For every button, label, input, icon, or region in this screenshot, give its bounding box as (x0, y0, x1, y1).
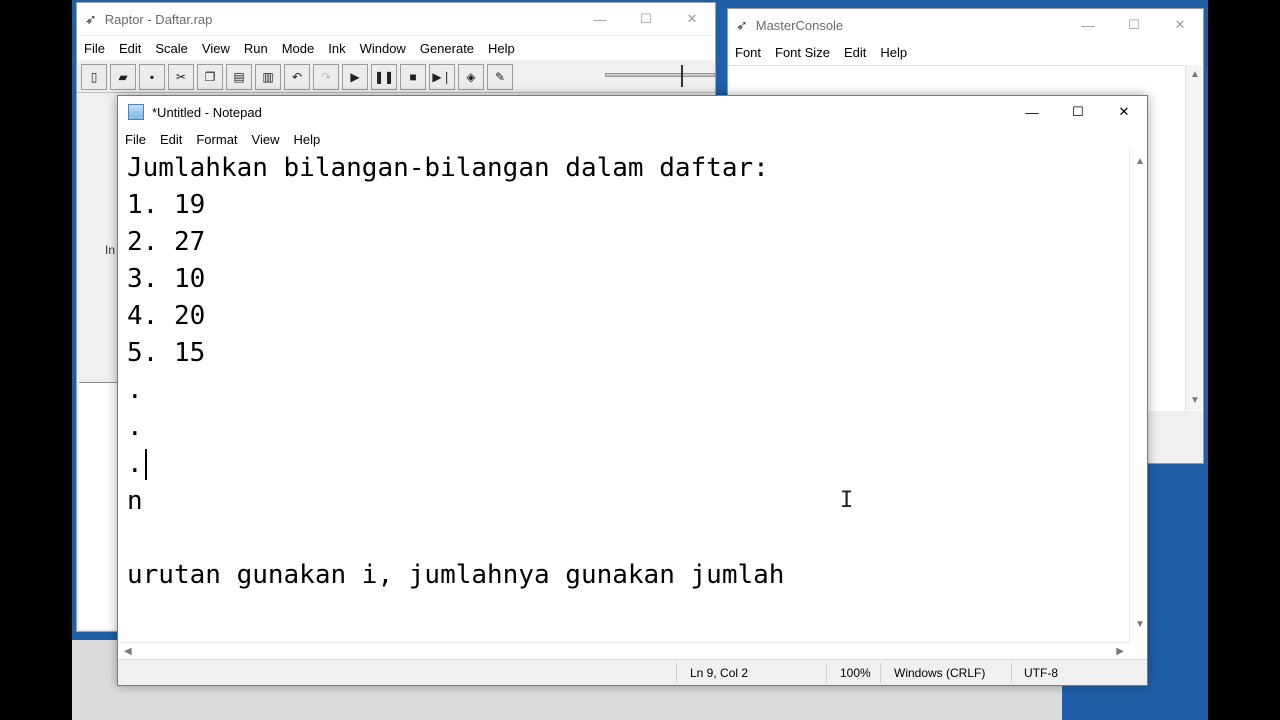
raptor-title: Raptor - Daftar.rap (104, 11, 213, 27)
minimize-button[interactable]: — (1009, 96, 1055, 128)
menu-scale[interactable]: Scale (148, 41, 195, 56)
vertical-scrollbar[interactable]: ▲ ▼ (1129, 150, 1147, 652)
raptor-titlebar[interactable]: ➶ Raptor - Daftar.rap — ☐ ✕ (77, 3, 715, 35)
notepad-menubar: File Edit Format View Help (118, 128, 1147, 150)
raptor-symbol-area (79, 95, 119, 383)
console-title: MasterConsole (755, 17, 844, 33)
menu-window[interactable]: Window (353, 41, 413, 56)
raptor-toolbar: ▯ ▰ ▪ ✂ ❐ ▤ ▥ ↶ ↷ ▶ ❚❚ ■ ▶❘ ◈ ✎ (77, 61, 715, 93)
cut-icon[interactable]: ✂ (168, 63, 194, 90)
status-encoding: UTF-8 (1024, 666, 1058, 680)
menu-edit[interactable]: Edit (837, 45, 873, 60)
raptor-app-icon: ➶ (85, 10, 97, 27)
maximize-button[interactable]: ☐ (1111, 9, 1157, 41)
text-line: 2. 27 (127, 227, 206, 257)
status-divider (826, 663, 827, 683)
play-icon[interactable]: ▶ (342, 63, 368, 90)
text-line: urutan gunakan i, jumlahnya gunakan juml… (127, 560, 785, 590)
raptor-symbol-panel (79, 95, 119, 629)
raptor-menubar: File Edit Scale View Run Mode Ink Window… (77, 36, 715, 60)
status-zoom: 100% (840, 666, 871, 680)
raptor-input-symbol-label: In (105, 243, 116, 257)
menu-edit[interactable]: Edit (112, 41, 148, 56)
text-editor[interactable]: Jumlahkan bilangan-bilangan dalam daftar… (118, 150, 1130, 652)
text-line: 4. 20 (127, 301, 206, 331)
scroll-up-icon[interactable]: ▲ (1190, 69, 1200, 80)
menu-view[interactable]: View (195, 41, 237, 56)
menu-help[interactable]: Help (481, 41, 522, 56)
copy-icon[interactable]: ❐ (197, 63, 223, 90)
text-line: . (127, 449, 143, 479)
scroll-down-icon[interactable]: ▼ (1190, 395, 1200, 406)
status-line-ending: Windows (CRLF) (894, 666, 986, 680)
maximize-button[interactable]: ☐ (623, 3, 669, 35)
speed-slider-track[interactable] (605, 73, 715, 77)
console-menubar: Font Font Size Edit Help (728, 41, 1203, 63)
pen-icon[interactable]: ✎ (487, 63, 513, 90)
scroll-left-icon[interactable]: ◀ (124, 646, 132, 657)
notepad-titlebar[interactable]: *Untitled - Notepad — ☐ ✕ (118, 96, 1147, 128)
text-line: . (127, 375, 143, 405)
menu-ink[interactable]: Ink (321, 41, 352, 56)
menu-view[interactable]: View (245, 132, 287, 147)
text-line: n (127, 486, 143, 516)
notepad-app-icon (128, 104, 144, 120)
close-button[interactable]: ✕ (669, 3, 715, 35)
console-app-icon: ➶ (736, 16, 748, 33)
minimize-button[interactable]: — (1065, 9, 1111, 41)
text-line: Jumlahkan bilangan-bilangan dalam daftar… (127, 153, 769, 183)
maximize-button[interactable]: ☐ (1055, 96, 1101, 128)
status-divider (1011, 663, 1012, 683)
menu-edit[interactable]: Edit (153, 132, 189, 147)
notepad-window: *Untitled - Notepad — ☐ ✕ File Edit Form… (117, 95, 1148, 686)
menu-format[interactable]: Format (189, 132, 244, 147)
menu-run[interactable]: Run (237, 41, 275, 56)
notepad-title: *Untitled - Notepad (152, 104, 262, 120)
menu-mode[interactable]: Mode (275, 41, 322, 56)
menu-file[interactable]: File (118, 132, 153, 147)
status-bar: Ln 9, Col 2 100% Windows (CRLF) UTF-8 (118, 659, 1147, 685)
console-titlebar[interactable]: ➶ MasterConsole — ☐ ✕ (728, 9, 1203, 41)
menu-help[interactable]: Help (873, 45, 914, 60)
new-icon[interactable]: ▯ (81, 63, 107, 90)
scroll-right-icon[interactable]: ▶ (1116, 646, 1124, 657)
status-divider (676, 663, 677, 683)
print-icon[interactable]: ▥ (255, 63, 281, 90)
console-scrollbar[interactable]: ▲ ▼ (1185, 65, 1203, 410)
redo-icon[interactable]: ↷ (313, 63, 339, 90)
step-icon[interactable]: ▶❘ (429, 63, 455, 90)
save-icon[interactable]: ▪ (139, 63, 165, 90)
text-line: 3. 10 (127, 264, 206, 294)
test-icon[interactable]: ◈ (458, 63, 484, 90)
text-line: 5. 15 (127, 338, 206, 368)
status-cursor-position: Ln 9, Col 2 (690, 666, 749, 680)
scroll-up-icon[interactable]: ▲ (1135, 156, 1145, 167)
pause-icon[interactable]: ❚❚ (371, 63, 397, 90)
open-icon[interactable]: ▰ (110, 63, 136, 90)
scroll-down-icon[interactable]: ▼ (1135, 619, 1145, 630)
close-button[interactable]: ✕ (1157, 9, 1203, 41)
status-divider (880, 663, 881, 683)
menu-help[interactable]: Help (286, 132, 327, 147)
undo-icon[interactable]: ↶ (284, 63, 310, 90)
text-caret (145, 449, 147, 480)
ibeam-cursor-icon: I (840, 488, 854, 513)
horizontal-scrollbar[interactable]: ◀ ▶ (118, 642, 1130, 660)
text-line: 1. 19 (127, 190, 206, 220)
minimize-button[interactable]: — (577, 3, 623, 35)
menu-font-size[interactable]: Font Size (768, 45, 837, 60)
text-line: . (127, 412, 143, 442)
close-button[interactable]: ✕ (1101, 96, 1147, 128)
menu-generate[interactable]: Generate (413, 41, 481, 56)
menu-font[interactable]: Font (728, 45, 768, 60)
menu-file[interactable]: File (77, 41, 112, 56)
paste-icon[interactable]: ▤ (226, 63, 252, 90)
speed-slider-thumb[interactable] (675, 65, 683, 87)
stop-icon[interactable]: ■ (400, 63, 426, 90)
